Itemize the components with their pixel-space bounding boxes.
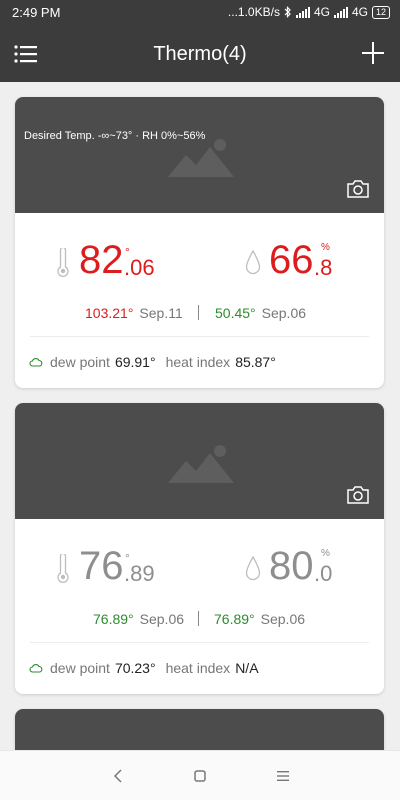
status-icons: ...1.0KB/s 4G 4G 12 (228, 5, 390, 19)
device-card[interactable]: 76 ° .89 80 % .0 76.89° Sep.06 76.89° Sep.… (15, 403, 384, 694)
app-bar: Thermo(4) (0, 26, 400, 82)
card-divider (30, 336, 369, 337)
bluetooth-icon (284, 6, 291, 18)
card-footer: dew point 69.91° heat index 85.87° (29, 354, 286, 370)
high-value: 76.89° (93, 611, 134, 627)
device-list: Desired Temp. -∞~73° · RH 0%~56% 82 ° .0… (0, 82, 400, 750)
system-nav-bar (0, 750, 400, 800)
thermometer-icon (57, 248, 69, 277)
temperature-decimal: .06 (124, 255, 155, 280)
camera-icon[interactable] (346, 179, 370, 199)
low-value: 50.45° (215, 305, 256, 321)
device-photo[interactable] (15, 403, 384, 519)
low-date: Sep.06 (261, 305, 307, 321)
add-icon[interactable] (360, 40, 386, 66)
network-type-1: 4G (313, 5, 330, 19)
dew-point-value: 69.91° (114, 354, 156, 370)
temperature-whole: 82 (79, 238, 124, 282)
dew-point-value: 70.23° (114, 660, 156, 676)
back-icon[interactable] (108, 766, 128, 786)
low-record: 76.89° Sep.06 (214, 611, 305, 627)
high-value: 103.21° (85, 305, 134, 321)
humidity-unit: % (321, 242, 330, 253)
humidity-unit: % (321, 548, 330, 559)
card-footer: dew point 70.23° heat index N/A (29, 660, 269, 676)
home-icon[interactable] (190, 766, 210, 786)
dew-point-label: dew point (50, 660, 110, 676)
temperature-decimal: .89 (124, 561, 155, 586)
network-speed: ...1.0KB/s (227, 5, 280, 19)
desired-range: Desired Temp. -∞~73° · RH 0%~56% (24, 130, 206, 142)
heat-index-label: heat index (165, 660, 231, 676)
humidity-decimal: .8 (314, 255, 333, 280)
status-time: 2:49 PM (12, 5, 61, 20)
temperature-reading: 76 ° .89 (55, 544, 185, 592)
droplet-icon (245, 555, 261, 581)
signal-icon (333, 6, 348, 18)
network-type-2: 4G (351, 5, 368, 19)
heat-index-value: N/A (235, 660, 259, 676)
high-date: Sep.06 (139, 611, 185, 627)
device-photo[interactable]: Desired Temp. -∞~73° · RH 0%~56% (15, 97, 384, 213)
high-record: 103.21° Sep.11 (85, 305, 183, 321)
recents-icon[interactable] (273, 766, 293, 786)
low-value: 76.89° (214, 611, 255, 627)
temperature-reading: 82 ° .06 (55, 238, 185, 286)
page-title: Thermo(4) (153, 43, 247, 65)
image-placeholder-icon (168, 445, 234, 483)
status-bar: 2:49 PM ...1.0KB/s 4G 4G 12 (0, 0, 400, 26)
thermometer-icon (57, 554, 69, 583)
dew-point-label: dew point (50, 354, 110, 370)
record-separator (198, 305, 199, 320)
high-record: 76.89° Sep.06 (93, 611, 184, 627)
humidity-decimal: .0 (314, 561, 333, 586)
humidity-reading: 80 % .0 (245, 544, 365, 592)
humidity-whole: 66 (269, 238, 314, 282)
humidity-whole: 80 (269, 544, 314, 588)
device-card[interactable]: Desired Temp. -∞~73° · RH 0%~56% 82 ° .0… (15, 97, 384, 388)
low-date: Sep.06 (260, 611, 306, 627)
camera-icon[interactable] (346, 485, 370, 505)
high-date: Sep.11 (139, 305, 183, 321)
record-separator (198, 611, 199, 626)
image-placeholder-icon (168, 139, 234, 177)
card-divider (30, 642, 369, 643)
cloud-icon (29, 357, 43, 367)
heat-index-value: 85.87° (235, 354, 276, 370)
cloud-icon (29, 663, 43, 673)
temperature-whole: 76 (79, 544, 124, 588)
low-record: 50.45° Sep.06 (215, 305, 306, 321)
device-card[interactable] (15, 709, 384, 750)
battery-icon: 12 (371, 5, 390, 19)
device-photo[interactable] (15, 709, 384, 750)
heat-index-label: heat index (165, 354, 231, 370)
droplet-icon (245, 249, 261, 275)
humidity-reading: 66 % .8 (245, 238, 365, 286)
signal-icon (295, 6, 310, 18)
